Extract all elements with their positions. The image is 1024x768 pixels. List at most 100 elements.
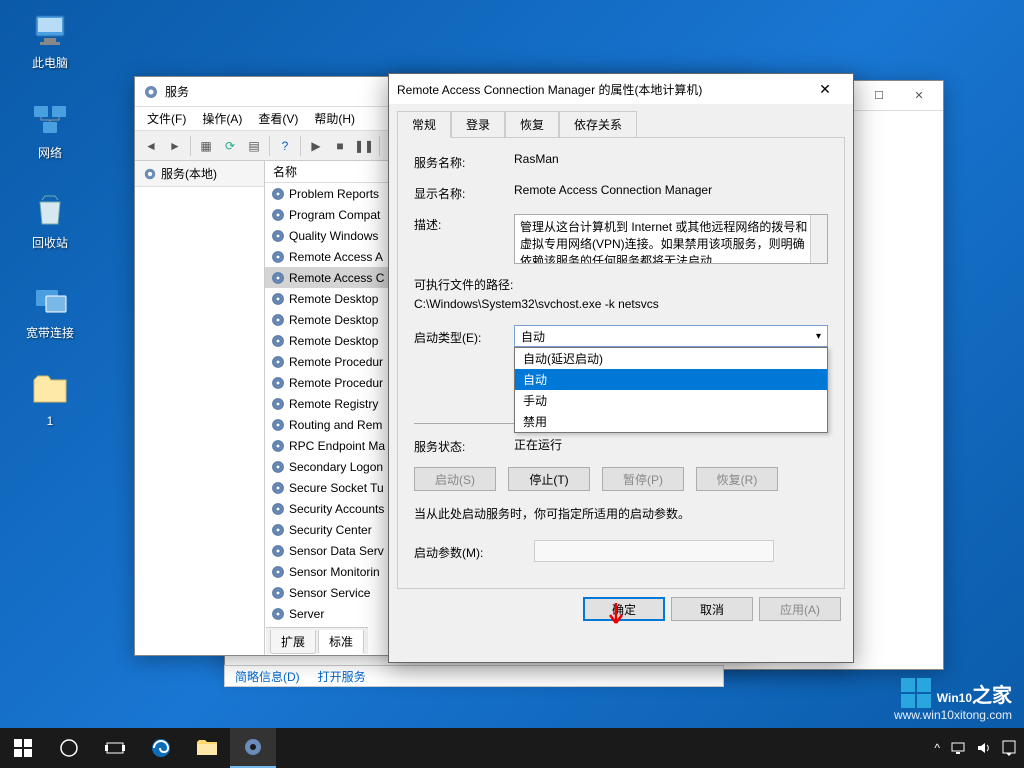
notifications-icon[interactable]	[1002, 740, 1016, 756]
dialog-tabs: 常规 登录 恢复 依存关系	[389, 104, 853, 137]
bottom-link-bar: 简略信息(D) 打开服务	[224, 665, 724, 687]
desktop-icon-label: 宽带连接	[26, 326, 74, 340]
close-icon[interactable]: ✕	[899, 82, 939, 110]
menu-view[interactable]: 查看(V)	[250, 107, 306, 130]
service-name: Security Center	[289, 523, 372, 537]
service-name: Remote Procedur	[289, 376, 383, 390]
tab-extended[interactable]: 扩展	[270, 630, 316, 654]
explorer-icon[interactable]	[184, 728, 230, 768]
desktop-icon-folder[interactable]: 1	[12, 370, 88, 428]
gear-icon	[271, 523, 285, 537]
dialog-titlebar[interactable]: Remote Access Connection Manager 的属性(本地计…	[389, 74, 853, 104]
scroll-up-icon[interactable]: ▲	[811, 215, 827, 231]
option-delayed[interactable]: 自动(延迟启动)	[515, 348, 827, 369]
services-taskbar-icon[interactable]	[230, 728, 276, 768]
desktop-icon-label: 1	[47, 414, 54, 428]
tab-general[interactable]: 常规	[397, 111, 451, 138]
dialog-content: 服务名称: RasMan 显示名称: Remote Access Connect…	[397, 137, 845, 589]
tab-logon[interactable]: 登录	[451, 111, 505, 138]
gear-icon	[271, 397, 285, 411]
stop-icon[interactable]: ■	[329, 135, 351, 157]
menu-help[interactable]: 帮助(H)	[306, 107, 363, 130]
service-name: Remote Procedur	[289, 355, 383, 369]
maximize-icon[interactable]: ☐	[859, 82, 899, 110]
back-icon[interactable]: ◄	[140, 135, 162, 157]
description-textarea[interactable]: 管理从这台计算机到 Internet 或其他远程网络的拨号和虚拟专用网络(VPN…	[514, 214, 828, 264]
service-name: Remote Desktop	[289, 292, 378, 306]
volume-tray-icon[interactable]	[976, 740, 992, 756]
option-auto[interactable]: 自动	[515, 369, 827, 390]
properties-icon[interactable]: ▦	[195, 135, 217, 157]
desktop-icon-this-pc[interactable]: 此电脑	[12, 10, 88, 71]
service-name: Quality Windows	[289, 229, 378, 243]
watermark: Win10之家 www.win10xitong.com	[894, 678, 1012, 722]
network-tray-icon[interactable]	[950, 740, 966, 756]
desktop-icon-broadband[interactable]: 宽带连接	[12, 280, 88, 341]
label-display-name: 显示名称:	[414, 183, 514, 202]
system-tray: ^	[934, 740, 1024, 756]
close-icon[interactable]: ✕	[805, 75, 845, 103]
startup-type-dropdown: 自动(延迟启动) 自动 手动 禁用	[514, 347, 828, 433]
service-name: Routing and Rem	[289, 418, 382, 432]
option-manual[interactable]: 手动	[515, 390, 827, 411]
gear-icon	[271, 481, 285, 495]
pause-icon[interactable]: ❚❚	[353, 135, 375, 157]
broadband-icon	[30, 280, 70, 320]
label-service-name: 服务名称:	[414, 152, 514, 171]
gear-icon	[271, 502, 285, 516]
menu-file[interactable]: 文件(F)	[139, 107, 194, 130]
scroll-down-icon[interactable]: ▼	[811, 247, 827, 263]
cortana-icon[interactable]	[46, 728, 92, 768]
edge-icon[interactable]	[138, 728, 184, 768]
tab-recovery[interactable]: 恢复	[505, 111, 559, 138]
gear-icon	[271, 439, 285, 453]
tray-chevron-icon[interactable]: ^	[934, 741, 940, 755]
link-open-services[interactable]: 打开服务	[318, 668, 366, 685]
label-status: 服务状态:	[414, 436, 514, 455]
help-icon[interactable]: ?	[274, 135, 296, 157]
forward-icon[interactable]: ►	[164, 135, 186, 157]
tree-label: 服务(本地)	[161, 165, 217, 182]
link-summary[interactable]: 简略信息(D)	[235, 668, 300, 685]
resume-button: 恢复(R)	[696, 467, 778, 491]
desktop-icon-label: 回收站	[32, 236, 68, 250]
refresh-icon[interactable]: ⟳	[219, 135, 241, 157]
menu-action[interactable]: 操作(A)	[194, 107, 250, 130]
gear-icon	[271, 187, 285, 201]
value-exe-path: C:\Windows\System32\svchost.exe -k netsv…	[414, 297, 828, 311]
option-disabled[interactable]: 禁用	[515, 411, 827, 432]
export-icon[interactable]: ▤	[243, 135, 265, 157]
value-display-name: Remote Access Connection Manager	[514, 183, 828, 197]
service-name: Secure Socket Tu	[289, 481, 384, 495]
stop-button[interactable]: 停止(T)	[508, 467, 590, 491]
gear-icon	[271, 334, 285, 348]
cancel-button[interactable]: 取消	[671, 597, 753, 621]
gear-icon	[271, 586, 285, 600]
service-name: Sensor Monitorin	[289, 565, 380, 579]
service-name: RPC Endpoint Ma	[289, 439, 385, 453]
gear-icon	[271, 229, 285, 243]
label-exe-path: 可执行文件的路径:	[414, 276, 828, 293]
gear-icon	[143, 167, 157, 181]
start-button[interactable]	[0, 728, 46, 768]
tab-dependencies[interactable]: 依存关系	[559, 111, 637, 138]
desktop-icon-recycle[interactable]: 回收站	[12, 190, 88, 251]
taskview-icon[interactable]	[92, 728, 138, 768]
ok-button[interactable]: 确定	[583, 597, 665, 621]
play-icon[interactable]: ▶	[305, 135, 327, 157]
gear-icon	[271, 271, 285, 285]
pc-icon	[30, 10, 70, 50]
gear-icon	[271, 376, 285, 390]
tree-root[interactable]: 服务(本地)	[135, 161, 264, 187]
startup-type-value: 自动	[521, 328, 545, 345]
desktop-icon-network[interactable]: 网络	[12, 100, 88, 161]
service-name: Problem Reports	[289, 187, 379, 201]
gear-icon	[271, 355, 285, 369]
startup-type-select[interactable]: 自动	[514, 325, 828, 347]
tab-standard[interactable]: 标准	[318, 630, 364, 654]
dialog-title: Remote Access Connection Manager 的属性(本地计…	[397, 81, 805, 98]
taskbar: ^	[0, 728, 1024, 768]
folder-icon	[30, 370, 70, 410]
gear-icon	[271, 313, 285, 327]
windows-logo-icon	[901, 678, 931, 708]
